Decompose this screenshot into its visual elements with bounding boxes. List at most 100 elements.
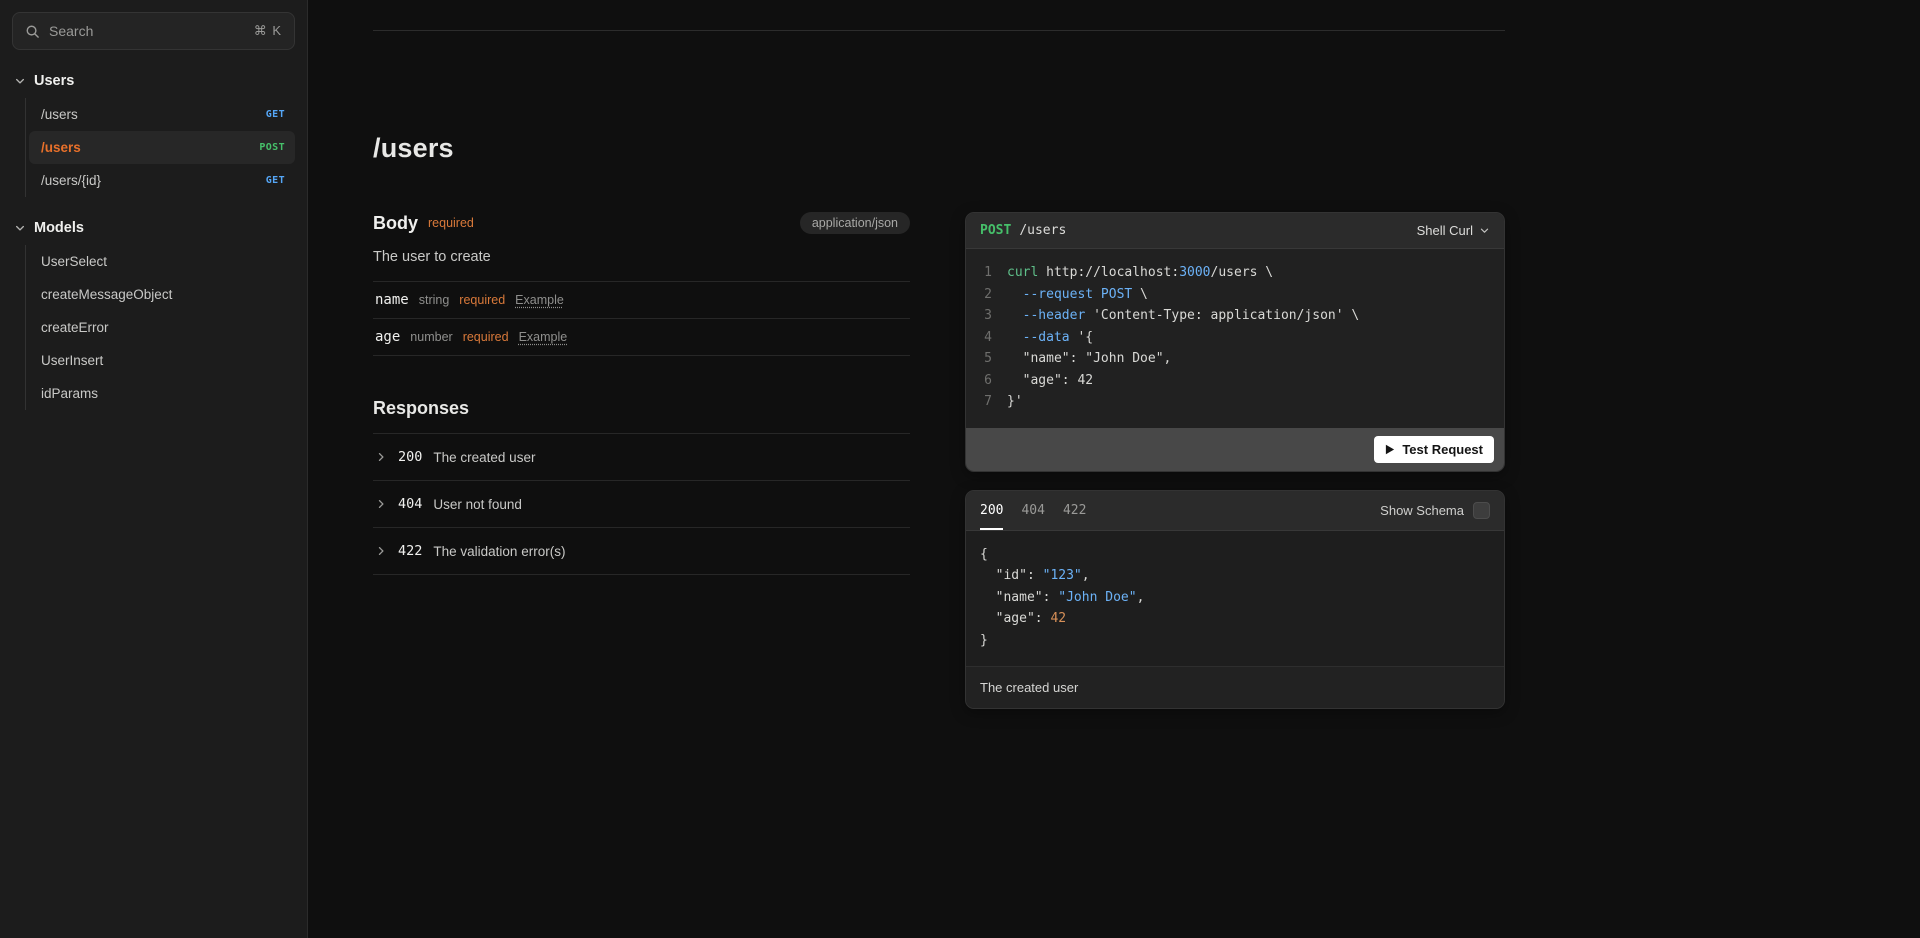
response-code: 200 bbox=[398, 449, 422, 465]
code-token: 42 bbox=[1050, 608, 1066, 630]
search-input[interactable] bbox=[49, 23, 245, 39]
line-number: 4 bbox=[978, 327, 992, 349]
code-token: '{ bbox=[1070, 327, 1093, 349]
request-code-block: 1 curl http://localhost: 3000 /users \ 2… bbox=[966, 249, 1504, 428]
status-tab-404[interactable]: 404 bbox=[1021, 491, 1044, 530]
sidebar-group-users[interactable]: Users bbox=[12, 64, 295, 98]
request-path: /users bbox=[1019, 223, 1066, 238]
code-token: \ bbox=[1132, 284, 1148, 306]
model-label: idParams bbox=[41, 386, 98, 401]
sidebar-item-createmessageobject[interactable]: createMessageObject bbox=[29, 278, 295, 311]
sidebar-item-userinsert[interactable]: UserInsert bbox=[29, 344, 295, 377]
sidebar-item-users-get[interactable]: /users GET bbox=[29, 98, 295, 131]
response-row-422[interactable]: 422 The validation error(s) bbox=[373, 528, 910, 575]
page-title: /users bbox=[373, 133, 1505, 164]
status-tab-200[interactable]: 200 bbox=[980, 491, 1003, 530]
field-row-age: age number required Example bbox=[373, 319, 910, 356]
line-number: 1 bbox=[978, 262, 992, 284]
request-method: POST bbox=[980, 223, 1011, 238]
sidebar-item-users-id-get[interactable]: /users/{id} GET bbox=[29, 164, 295, 197]
body-required-label: required bbox=[428, 216, 474, 230]
code-line: "age": 42 bbox=[980, 608, 1490, 630]
response-row-200[interactable]: 200 The created user bbox=[373, 434, 910, 481]
code-token: { bbox=[980, 544, 988, 566]
doc-column: Body required application/json The user … bbox=[373, 164, 910, 709]
sidebar-group-label: Models bbox=[34, 220, 84, 236]
response-json-block: { "id": "123" , "name": "John Doe" , bbox=[966, 531, 1504, 667]
field-type: string bbox=[419, 293, 450, 307]
code-token: --data bbox=[1007, 327, 1070, 349]
chevron-right-icon bbox=[375, 451, 387, 463]
chevron-right-icon bbox=[375, 545, 387, 557]
code-line: 4 --data '{ bbox=[978, 327, 1490, 349]
response-description: The validation error(s) bbox=[433, 544, 565, 559]
field-required: required bbox=[459, 293, 505, 307]
sidebar-models-items: UserSelect createMessageObject createErr… bbox=[25, 245, 295, 410]
responses-title: Responses bbox=[373, 398, 910, 434]
endpoint-label: /users bbox=[41, 107, 78, 122]
response-code: 404 bbox=[398, 496, 422, 512]
code-token: 'Content-Type: application/json' \ bbox=[1085, 305, 1359, 327]
field-example-link[interactable]: Example bbox=[519, 330, 568, 344]
response-description: User not found bbox=[433, 497, 522, 512]
search-box[interactable]: ⌘ K bbox=[12, 12, 295, 50]
model-label: createMessageObject bbox=[41, 287, 172, 302]
code-line: 2 --request POST \ bbox=[978, 284, 1490, 306]
sidebar-item-userselect[interactable]: UserSelect bbox=[29, 245, 295, 278]
sidebar-group-models[interactable]: Models bbox=[12, 211, 295, 245]
sidebar-item-idparams[interactable]: idParams bbox=[29, 377, 295, 410]
sidebar-item-users-post[interactable]: /users POST bbox=[29, 131, 295, 164]
code-token: --request POST bbox=[1007, 284, 1132, 306]
request-card-header: POST /users Shell Curl bbox=[966, 213, 1504, 249]
search-icon bbox=[25, 24, 40, 39]
code-token: "123" bbox=[1043, 565, 1082, 587]
code-line: 7 }' bbox=[978, 391, 1490, 413]
code-token: "name": "John Doe", bbox=[1007, 348, 1171, 370]
show-schema-checkbox[interactable] bbox=[1473, 502, 1490, 519]
sidebar-group-label: Users bbox=[34, 73, 74, 89]
response-code: 422 bbox=[398, 543, 422, 559]
search-shortcut: ⌘ K bbox=[254, 23, 282, 39]
code-token: , bbox=[1082, 565, 1090, 587]
top-divider bbox=[373, 30, 1505, 31]
field-example-link[interactable]: Example bbox=[515, 293, 564, 307]
client-selector-dropdown[interactable]: Shell Curl bbox=[1417, 223, 1490, 238]
request-card-footer: Test Request bbox=[966, 428, 1504, 471]
content-type-badge: application/json bbox=[800, 212, 910, 234]
code-token: "age": bbox=[980, 608, 1050, 630]
example-column: POST /users Shell Curl 1 curl bbox=[965, 164, 1505, 709]
code-token: --header bbox=[1007, 305, 1085, 327]
field-row-name: name string required Example bbox=[373, 282, 910, 319]
line-number: 7 bbox=[978, 391, 992, 413]
response-row-404[interactable]: 404 User not found bbox=[373, 481, 910, 528]
code-line: 5 "name": "John Doe", bbox=[978, 348, 1490, 370]
method-badge-get: GET bbox=[266, 175, 285, 186]
show-schema-toggle: Show Schema bbox=[1380, 491, 1490, 530]
request-example-card: POST /users Shell Curl 1 curl bbox=[965, 212, 1505, 472]
response-card-footer-text: The created user bbox=[966, 666, 1504, 708]
line-number: 2 bbox=[978, 284, 992, 306]
code-token: /users \ bbox=[1211, 262, 1274, 284]
model-label: createError bbox=[41, 320, 109, 335]
line-number: 5 bbox=[978, 348, 992, 370]
line-number: 3 bbox=[978, 305, 992, 327]
code-token: curl bbox=[1007, 262, 1046, 284]
code-line: "id": "123" , bbox=[980, 565, 1490, 587]
response-card-header: 200 404 422 Show Schema bbox=[966, 491, 1504, 531]
code-token: } bbox=[980, 630, 988, 652]
main-content: /users Body required application/json Th… bbox=[308, 0, 1920, 938]
sidebar: ⌘ K Users /users GET /users POST /users/… bbox=[0, 0, 308, 938]
test-request-label: Test Request bbox=[1402, 442, 1483, 457]
test-request-button[interactable]: Test Request bbox=[1374, 436, 1494, 463]
code-line: 3 --header 'Content-Type: application/js… bbox=[978, 305, 1490, 327]
code-line: } bbox=[980, 630, 1490, 652]
status-tab-422[interactable]: 422 bbox=[1063, 491, 1086, 530]
code-token: "id": bbox=[980, 565, 1043, 587]
method-badge-post: POST bbox=[259, 142, 285, 153]
code-line: "name": "John Doe" , bbox=[980, 587, 1490, 609]
line-number: 6 bbox=[978, 370, 992, 392]
code-token: "name": bbox=[980, 587, 1058, 609]
chevron-down-icon bbox=[14, 75, 26, 87]
sidebar-item-createerror[interactable]: createError bbox=[29, 311, 295, 344]
field-name: age bbox=[375, 329, 400, 345]
